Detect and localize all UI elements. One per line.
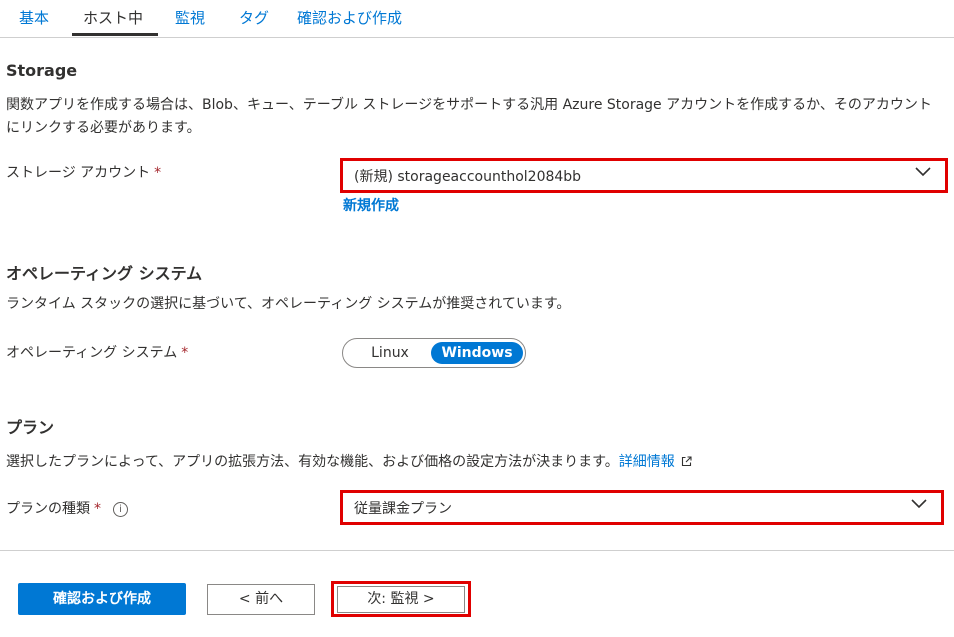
next-monitoring-button[interactable]: 次: 監視 > <box>337 586 465 613</box>
os-section-title: オペレーティング システム <box>6 264 203 283</box>
storage-description-line2: にリンクする必要があります。 <box>6 120 201 136</box>
learn-more-link[interactable]: 詳細情報 <box>619 454 675 470</box>
tab-tags[interactable]: タグ <box>239 7 269 28</box>
plan-description-text: 選択したプランによって、アプリの拡張方法、有効な機能、および価格の設定方法が決ま… <box>6 454 619 470</box>
chevron-down-icon <box>915 167 931 177</box>
storage-account-label-text: ストレージ アカウント <box>6 165 151 181</box>
plan-type-value: 従量課金プラン <box>354 501 452 517</box>
active-tab-indicator <box>72 33 158 36</box>
review-create-button[interactable]: 確認および作成 <box>18 583 186 615</box>
previous-button[interactable]: < 前へ <box>207 584 315 615</box>
storage-account-dropdown[interactable]: (新規) storageaccounthol2084bb <box>340 158 948 193</box>
plan-type-label: プランの種類 * i <box>6 498 128 518</box>
os-description: ランタイム スタックの選択に基づいて、オペレーティング システムが推奨されていま… <box>6 296 571 312</box>
hosting-tab-page: 基本 ホスト中 監視 タグ 確認および作成 Storage 関数アプリを作成する… <box>0 0 954 637</box>
os-option-windows[interactable]: Windows <box>431 342 523 364</box>
storage-account-value: (新規) storageaccounthol2084bb <box>354 169 582 185</box>
required-marker: * <box>181 345 189 361</box>
tab-basics[interactable]: 基本 <box>19 7 49 28</box>
create-new-storage-link[interactable]: 新規作成 <box>343 195 399 215</box>
external-link-icon <box>681 456 692 467</box>
storage-description-line1: 関数アプリを作成する場合は、Blob、キュー、テーブル ストレージをサポートする… <box>6 97 932 113</box>
os-label: オペレーティング システム * <box>6 342 188 362</box>
plan-description: 選択したプランによって、アプリの拡張方法、有効な機能、および価格の設定方法が決ま… <box>6 451 946 474</box>
tab-monitoring[interactable]: 監視 <box>175 7 205 28</box>
next-button-highlight: 次: 監視 > <box>331 581 471 617</box>
info-icon[interactable]: i <box>113 502 128 517</box>
storage-account-label: ストレージ アカウント * <box>6 162 161 182</box>
os-label-text: オペレーティング システム <box>6 345 178 361</box>
required-marker: * <box>94 501 101 517</box>
os-toggle: Linux Windows <box>342 338 526 368</box>
storage-description: 関数アプリを作成する場合は、Blob、キュー、テーブル ストレージをサポートする… <box>6 94 946 140</box>
os-option-linux[interactable]: Linux <box>359 342 421 364</box>
plan-type-dropdown[interactable]: 従量課金プラン <box>340 490 944 525</box>
footer-divider <box>0 550 954 551</box>
chevron-down-icon <box>911 499 927 509</box>
required-marker: * <box>154 165 162 181</box>
plan-type-label-text: プランの種類 <box>6 501 90 517</box>
plan-section-title: プラン <box>6 418 55 437</box>
tab-hosting[interactable]: ホスト中 <box>83 7 143 28</box>
tab-bar: 基本 ホスト中 監視 タグ 確認および作成 <box>0 0 954 38</box>
tab-review-create[interactable]: 確認および作成 <box>297 7 402 28</box>
storage-section-title: Storage <box>6 61 78 80</box>
